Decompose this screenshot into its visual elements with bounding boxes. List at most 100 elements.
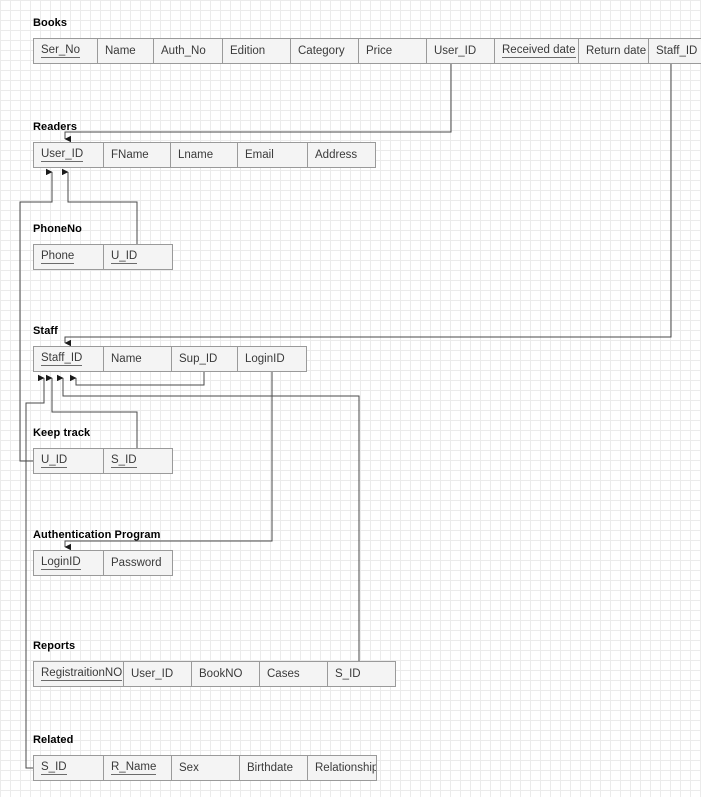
attribute-row: Phone U_ID	[33, 244, 173, 270]
entity-title-reports: Reports	[33, 640, 76, 652]
attribute-cell[interactable]: Auth_No	[154, 39, 223, 63]
connector-reports-sid-to-staff-staffid	[57, 374, 360, 661]
attribute-label: R_Name	[111, 761, 157, 775]
attribute-label: Edition	[230, 44, 266, 57]
attribute-cell[interactable]: Cases	[260, 662, 328, 686]
attribute-row: User_ID FName Lname Email Address	[33, 142, 376, 168]
attribute-cell[interactable]: Return date	[579, 39, 649, 63]
entity-keeptrack[interactable]: Keep track U_ID S_ID	[33, 427, 173, 474]
attribute-label: Password	[111, 556, 162, 569]
attribute-cell[interactable]: BookNO	[192, 662, 260, 686]
entity-title-staff: Staff	[33, 325, 58, 337]
attribute-label: Sup_ID	[179, 352, 218, 365]
key-attribute-cell[interactable]: U_ID	[104, 245, 172, 269]
connector-staff-supid-self-to-staff-staffid	[70, 372, 205, 386]
key-attribute-cell[interactable]: LoginID	[34, 551, 104, 575]
attribute-row: S_ID R_Name Sex Birthdate Relationship	[33, 755, 377, 781]
er-diagram-canvas: Books Ser_No Name Auth_No Edition Category Pri…	[0, 0, 701, 797]
attribute-row: LoginID Password	[33, 550, 173, 576]
attribute-cell[interactable]: Name	[98, 39, 154, 63]
attribute-label: LoginID	[41, 556, 81, 570]
attribute-cell[interactable]: Category	[291, 39, 359, 63]
key-attribute-cell[interactable]: Ser_No	[34, 39, 98, 63]
attribute-label: BookNO	[199, 667, 243, 680]
attribute-label: Relationship	[315, 761, 376, 774]
attribute-label: User_ID	[434, 44, 477, 57]
key-attribute-cell[interactable]: U_ID	[34, 449, 104, 473]
entity-reports[interactable]: Reports RegistraitionNO User_ID BookNO Cases…	[33, 640, 396, 687]
attribute-cell[interactable]: Sex	[172, 756, 240, 780]
entity-related[interactable]: Related S_ID R_Name Sex Birthdate Relationshi…	[33, 734, 377, 781]
attribute-label: User_ID	[131, 667, 174, 680]
attribute-cell[interactable]: Staff_ID	[649, 39, 701, 63]
attribute-label: S_ID	[335, 667, 361, 680]
attribute-label: Staff_ID	[656, 44, 698, 57]
attribute-label: Auth_No	[161, 44, 206, 57]
attribute-cell[interactable]: User_ID	[427, 39, 495, 63]
attribute-cell[interactable]: FName	[104, 143, 171, 167]
attribute-label: Cases	[267, 667, 300, 680]
attribute-row: Ser_No Name Auth_No Edition Category Price Use…	[33, 38, 701, 64]
attribute-row: Staff_ID Name Sup_ID LoginID	[33, 346, 307, 372]
attribute-label: User_ID	[41, 148, 84, 162]
attribute-row: RegistraitionNO User_ID BookNO Cases S_ID	[33, 661, 396, 687]
key-attribute-cell[interactable]: S_ID	[104, 449, 172, 473]
entity-books[interactable]: Books Ser_No Name Auth_No Edition Category Pri…	[33, 17, 701, 64]
attribute-label: Received date	[502, 44, 576, 58]
key-attribute-cell[interactable]: Received date	[495, 39, 579, 63]
key-attribute-cell[interactable]: RegistraitionNO	[34, 662, 124, 686]
attribute-label: Category	[298, 44, 345, 57]
attribute-cell[interactable]: Price	[359, 39, 427, 63]
attribute-cell[interactable]: Address	[308, 143, 375, 167]
attribute-label: Name	[111, 352, 142, 365]
entity-authprogram[interactable]: Authentication Program LoginID Password	[33, 529, 173, 576]
attribute-label: Phone	[41, 250, 75, 264]
attribute-label: Staff_ID	[41, 352, 83, 366]
entity-staff[interactable]: Staff Staff_ID Name Sup_ID LoginID	[33, 325, 307, 372]
connector-keeptrack-uid-to-readers-userid	[19, 168, 53, 462]
attribute-cell[interactable]: Edition	[223, 39, 291, 63]
key-attribute-cell[interactable]: R_Name	[104, 756, 172, 780]
attribute-cell[interactable]: Lname	[171, 143, 238, 167]
key-attribute-cell[interactable]: User_ID	[34, 143, 104, 167]
attribute-row: U_ID S_ID	[33, 448, 173, 474]
entity-title-related: Related	[33, 734, 74, 746]
attribute-label: Birthdate	[247, 761, 294, 774]
attribute-cell[interactable]: Password	[104, 551, 172, 575]
attribute-label: S_ID	[111, 454, 137, 468]
entity-readers[interactable]: Readers User_ID FName Lname Email Address	[33, 121, 376, 168]
attribute-label: Return date	[586, 44, 647, 57]
attribute-label: RegistraitionNO	[41, 667, 123, 681]
attribute-cell[interactable]: S_ID	[328, 662, 395, 686]
entity-title-keeptrack: Keep track	[33, 427, 91, 439]
attribute-cell[interactable]: LoginID	[238, 347, 306, 371]
attribute-label: FName	[111, 148, 149, 161]
attribute-label: U_ID	[111, 250, 138, 264]
key-attribute-cell[interactable]: S_ID	[34, 756, 104, 780]
entity-title-readers: Readers	[33, 121, 78, 133]
entity-title-books: Books	[33, 17, 68, 29]
attribute-label: Lname	[178, 148, 214, 161]
attribute-label: Sex	[179, 761, 199, 774]
attribute-label: Price	[366, 44, 393, 57]
attribute-cell[interactable]: Relationship	[308, 756, 376, 780]
attribute-cell[interactable]: Birthdate	[240, 756, 308, 780]
connector-books-staffid-to-staff-staffid	[64, 64, 672, 347]
key-attribute-cell[interactable]: Phone	[34, 245, 104, 269]
attribute-cell[interactable]: User_ID	[124, 662, 192, 686]
entity-title-authprogram: Authentication Program	[33, 529, 161, 541]
entity-title-phoneno: PhoneNo	[33, 223, 82, 235]
attribute-label: Ser_No	[41, 44, 80, 58]
attribute-label: U_ID	[41, 454, 68, 468]
attribute-label: Name	[105, 44, 136, 57]
entity-phoneno[interactable]: PhoneNo Phone U_ID	[33, 223, 173, 270]
attribute-label: Email	[245, 148, 274, 161]
key-attribute-cell[interactable]: Staff_ID	[34, 347, 104, 371]
attribute-cell[interactable]: Sup_ID	[172, 347, 238, 371]
attribute-label: Address	[315, 148, 358, 161]
connector-books-userid-to-readers-userid	[64, 64, 452, 143]
attribute-cell[interactable]: Email	[238, 143, 308, 167]
attribute-label: S_ID	[41, 761, 67, 775]
attribute-label: LoginID	[245, 352, 285, 365]
attribute-cell[interactable]: Name	[104, 347, 172, 371]
